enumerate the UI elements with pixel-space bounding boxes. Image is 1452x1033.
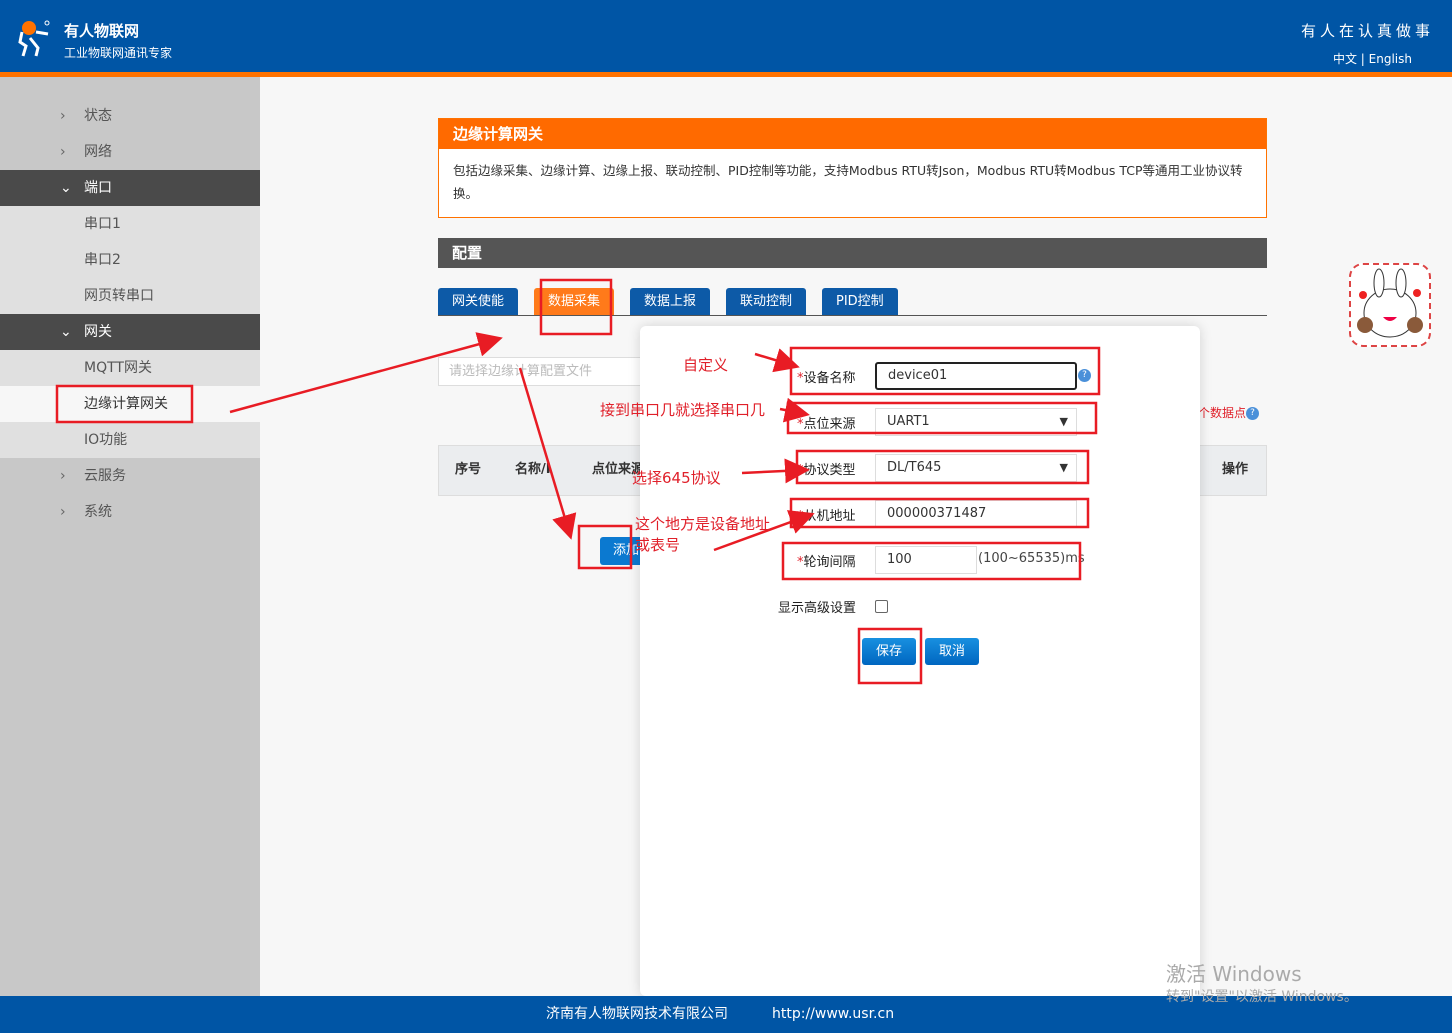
top-header: 有人物联网 工业物联网通讯专家 有人在认真做事 中文 | English bbox=[0, 0, 1452, 72]
sidebar-item-label: 系统 bbox=[84, 504, 112, 520]
activation-watermark-text: 转到"设置"以激活 Windows。 bbox=[1166, 989, 1358, 1005]
sidebar-item-label: 端口 bbox=[84, 180, 112, 196]
language-switch[interactable]: 中文 | English bbox=[1333, 50, 1412, 67]
interval-input[interactable]: 100 bbox=[875, 546, 977, 574]
panel-description: 包括边缘采集、边缘计算、边缘上报、联动控制、PID控制等功能，支持Modbus … bbox=[453, 163, 1243, 201]
tab-pid-control[interactable]: PID控制 bbox=[822, 288, 898, 315]
sidebar-item-label: 网关 bbox=[84, 324, 112, 340]
chevron-down-icon: ▼ bbox=[1059, 415, 1068, 428]
sidebar-item-serial2[interactable]: 串口2 bbox=[0, 242, 260, 278]
sidebar-item-status[interactable]: › 状态 bbox=[0, 98, 260, 134]
tab-gateway-enable[interactable]: 网关使能 bbox=[438, 288, 519, 315]
footer-company: 济南有人物联网技术有限公司 bbox=[546, 1006, 728, 1022]
sidebar-item-label: 状态 bbox=[84, 108, 112, 124]
chevron-right-icon: › bbox=[60, 144, 66, 160]
sidebar-item-gateway[interactable]: ⌄ 网关 bbox=[0, 314, 260, 350]
sidebar-item-edge-gateway[interactable]: 边缘计算网关 bbox=[0, 386, 260, 422]
annotation-custom: 自定义 bbox=[683, 356, 729, 374]
chevron-right-icon: › bbox=[60, 504, 66, 520]
source-value: UART1 bbox=[887, 414, 930, 429]
tab-linkage-control[interactable]: 联动控制 bbox=[726, 288, 807, 315]
panel-title: 边缘计算网关 bbox=[439, 119, 1266, 149]
source-label: *点位来源 bbox=[797, 417, 856, 432]
chevron-down-icon: ▼ bbox=[1059, 461, 1068, 474]
col-index: 序号 bbox=[455, 462, 482, 477]
device-name-label: *设备名称 bbox=[797, 371, 856, 386]
sidebar-item-label: IO功能 bbox=[84, 432, 128, 448]
data-points-count: 个数据点? bbox=[1198, 404, 1260, 421]
advanced-label: 显示高级设置 bbox=[778, 601, 857, 616]
sidebar-item-io[interactable]: IO功能 bbox=[0, 422, 260, 458]
tab-divider bbox=[438, 315, 1267, 316]
protocol-select[interactable]: DL/T645 ▼ bbox=[875, 454, 1077, 482]
protocol-value: DL/T645 bbox=[887, 460, 942, 475]
sidebar: › 状态 › 网络 ⌄ 端口 串口1 串口2 网页转串口 ⌄ 网关 MQTT网关 边缘计… bbox=[0, 77, 260, 996]
col-name: 名称/I bbox=[515, 462, 551, 477]
sidebar-item-cloud[interactable]: › 云服务 bbox=[0, 458, 260, 494]
annotation-protocol: 选择645协议 bbox=[632, 469, 721, 487]
chevron-right-icon: › bbox=[60, 468, 66, 484]
chevron-down-icon: ⌄ bbox=[60, 180, 72, 196]
sidebar-item-label: 串口1 bbox=[84, 216, 121, 232]
info-panel: 边缘计算网关 包括边缘采集、边缘计算、边缘上报、联动控制、PID控制等功能，支持… bbox=[438, 118, 1267, 218]
sidebar-item-mqtt[interactable]: MQTT网关 bbox=[0, 350, 260, 386]
tab-data-report[interactable]: 数据上报 bbox=[630, 288, 711, 315]
advanced-checkbox[interactable] bbox=[875, 600, 888, 613]
sidebar-item-label: 网络 bbox=[84, 144, 112, 160]
sidebar-item-web-serial[interactable]: 网页转串口 bbox=[0, 278, 260, 314]
device-name-input[interactable]: device01 bbox=[875, 362, 1077, 390]
chevron-down-icon: ⌄ bbox=[60, 324, 72, 340]
help-icon[interactable]: ? bbox=[1078, 369, 1091, 382]
sidebar-item-label: 云服务 bbox=[84, 468, 126, 484]
interval-range: (100~65535)ms bbox=[978, 551, 1085, 566]
tab-data-collection[interactable]: 数据采集 bbox=[534, 288, 615, 315]
points-label: 个数据点 bbox=[1198, 406, 1247, 420]
help-icon[interactable]: ? bbox=[1246, 407, 1260, 420]
slave-address-input[interactable]: 000000371487 bbox=[875, 500, 1077, 528]
motto: 有人在认真做事 bbox=[1300, 22, 1434, 40]
sidebar-item-system[interactable]: › 系统 bbox=[0, 494, 260, 530]
chevron-right-icon: › bbox=[60, 108, 66, 124]
brand-name: 有人物联网 bbox=[64, 22, 140, 40]
config-title: 配置 bbox=[438, 238, 1267, 268]
annotation-serial: 接到串口几就选择串口几 bbox=[600, 401, 766, 419]
config-file-input[interactable]: 请选择边缘计算配置文件 bbox=[438, 357, 648, 386]
activation-watermark-title: 激活 Windows bbox=[1166, 962, 1302, 986]
sidebar-item-label: MQTT网关 bbox=[84, 360, 152, 376]
slave-address-label: *从机地址 bbox=[797, 509, 856, 524]
protocol-label: *协议类型 bbox=[797, 463, 856, 478]
bunny-sticker-icon bbox=[1357, 268, 1423, 338]
brand-slogan: 工业物联网通讯专家 bbox=[64, 46, 173, 60]
sticker-image bbox=[1349, 263, 1431, 347]
cancel-button[interactable]: 取消 bbox=[925, 638, 979, 665]
sidebar-item-label: 串口2 bbox=[84, 252, 121, 268]
sidebar-item-network[interactable]: › 网络 bbox=[0, 134, 260, 170]
annotation-address: 这个地方是设备地址 bbox=[635, 515, 771, 533]
save-button[interactable]: 保存 bbox=[862, 638, 916, 665]
footer-url[interactable]: http://www.usr.cn bbox=[772, 996, 894, 1033]
sidebar-item-port[interactable]: ⌄ 端口 bbox=[0, 170, 260, 206]
sidebar-item-label: 边缘计算网关 bbox=[84, 396, 168, 412]
sidebar-item-label: 网页转串口 bbox=[84, 288, 154, 304]
sidebar-item-serial1[interactable]: 串口1 bbox=[0, 206, 260, 242]
source-select[interactable]: UART1 ▼ bbox=[875, 408, 1077, 436]
usr-logo-icon bbox=[18, 20, 50, 57]
col-actions: 操作 bbox=[1222, 462, 1249, 477]
annotation-meter: 或表号 bbox=[635, 536, 681, 554]
interval-label: *轮询间隔 bbox=[797, 555, 856, 570]
